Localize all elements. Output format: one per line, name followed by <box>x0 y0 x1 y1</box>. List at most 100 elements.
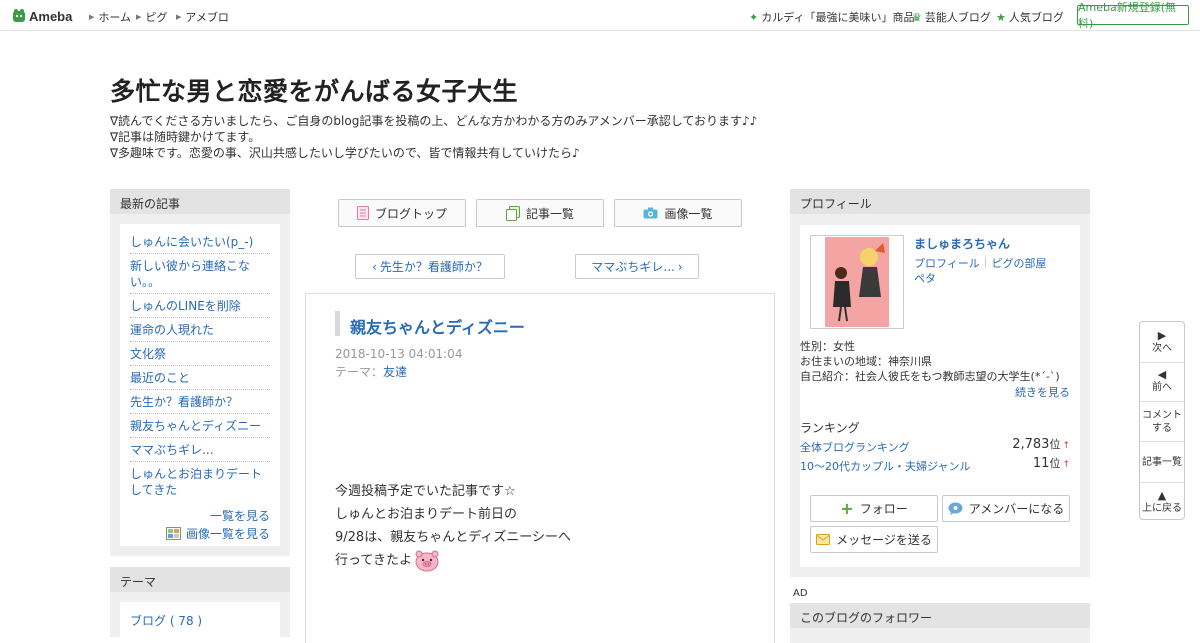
nav-popular-blog[interactable]: ★ 人気ブログ <box>996 9 1064 25</box>
next-article-button[interactable]: ママぶちギレ... › <box>575 254 699 279</box>
list-item[interactable]: 文化祭 <box>130 342 270 366</box>
rank-unit: 位 <box>1049 438 1061 451</box>
latest-articles-heading: 最新の記事 <box>110 189 290 214</box>
article-body-line: 行ってきたよ <box>335 553 412 568</box>
pig-room-link[interactable]: ピグの部屋 <box>992 255 1047 271</box>
image-list-button[interactable]: 画像一覧 <box>614 199 742 227</box>
blog-description-line: ∇読んでくださる方いましたら、ご自身のblog記事を投稿の上、どんな方かわかる方… <box>110 114 758 128</box>
article-theme: テーマ：友達 <box>335 363 407 380</box>
image-list-icon <box>165 527 181 540</box>
link-divider: | <box>983 255 988 268</box>
rank-number: 11 <box>1032 456 1050 471</box>
list-item[interactable]: しゅんとお泊まりデートしてきた <box>130 462 270 501</box>
peta-link[interactable]: ペタ <box>914 270 936 286</box>
ranking-heading: ランキング <box>800 421 860 435</box>
ad-label: AD <box>793 588 808 599</box>
profile-location: お住まいの地域：神奈川県 <box>800 355 932 368</box>
copy-icon <box>505 205 520 221</box>
ameba-logo[interactable]: Ameba <box>12 7 72 25</box>
plus-icon: + <box>840 499 854 518</box>
sidenav-next-label: 次へ <box>1152 343 1172 354</box>
article-title[interactable]: 親友ちゃんとディズニー <box>350 314 525 338</box>
theme-list: ブログ ( 78 ) <box>120 602 280 642</box>
nav-ameblo[interactable]: ▶ アメブロ <box>176 9 229 25</box>
followers-heading: このブログのフォロワー <box>790 603 1090 628</box>
star-icon: ★ <box>996 10 1006 24</box>
followers-panel: このブログのフォロワー <box>790 603 1090 643</box>
article-theme-label: テーマ： <box>335 365 384 379</box>
ranking-overall-value: 2,783位 ↑ <box>1012 436 1070 452</box>
chevron-right-icon: › <box>677 259 683 274</box>
blog-top-button[interactable]: ブログトップ <box>338 199 466 227</box>
follow-button[interactable]: + フォロー <box>810 495 938 522</box>
profile-link[interactable]: プロフィール <box>914 255 980 271</box>
ranking-overall-link[interactable]: 全体ブログランキング <box>800 439 910 455</box>
ranking-genre-value: 11位 ↑ <box>1033 455 1070 471</box>
blog-top-label: ブログトップ <box>374 206 447 221</box>
read-more-link[interactable]: 続きを見る <box>1015 384 1070 400</box>
profile-intro: 自己紹介：社会人彼氏をもつ教師志望の大学生(*´-`) <box>800 370 1060 383</box>
arrow-right-icon: ▶ <box>176 13 182 21</box>
prev-article-label: 先生か？看護師か？ <box>379 260 488 274</box>
image-list-label: 画像一覧 <box>664 206 713 221</box>
nav-kaldi[interactable]: ✦ カルディ「最強に美味い」商品 <box>749 9 914 25</box>
article-date: 2018-10-13 04:01:04 <box>335 347 463 361</box>
blog-description-line: ∇多趣味です。恋愛の事、沢山共感したいし学びたいので、皆で情報共有していけたら♪ <box>110 146 580 160</box>
list-item[interactable]: しゅんに会いたい(p_-) <box>130 230 270 254</box>
profile-links: プロフィール | ピグの部屋 <box>914 255 1047 271</box>
list-item[interactable]: ママぶちギレ... <box>130 438 270 462</box>
ranking-genre-link[interactable]: 10〜20代カップル・夫婦ジャンル <box>800 458 970 474</box>
nav-popular-label: 人気ブログ <box>1008 11 1064 24</box>
message-label: メッセージを送る <box>836 533 932 547</box>
list-item[interactable]: しゅんのLINEを削除 <box>130 294 270 318</box>
blog-description-line: ∇記事は随時鍵かけてます。 <box>110 130 261 144</box>
speech-bubble-icon <box>948 502 963 515</box>
article-list-button[interactable]: 記事一覧 <box>476 199 604 227</box>
divider <box>1140 362 1184 363</box>
sidenav-prev-label: 前へ <box>1152 382 1172 393</box>
divider <box>1140 441 1184 442</box>
sidenav-top-label: 上に戻る <box>1142 503 1182 514</box>
nav-home[interactable]: ▶ ホーム <box>89 9 131 25</box>
sidenav-comment[interactable]: コメント する <box>1140 409 1184 435</box>
sidenav-comment-label: する <box>1152 423 1172 434</box>
blog-title[interactable]: 多忙な男と恋愛をがんばる女子大生 <box>110 72 518 108</box>
sidenav-prev[interactable]: ◀ 前へ <box>1140 368 1184 394</box>
theme-item[interactable]: ブログ ( 78 ) <box>130 612 270 629</box>
profile-name[interactable]: ましゅまろちゃん <box>914 235 1010 252</box>
rank-up-icon: ↑ <box>1062 460 1070 470</box>
list-item[interactable]: 親友ちゃんとディズニー <box>130 414 270 438</box>
prev-article-button[interactable]: ‹ 先生か？看護師か？ <box>355 254 505 279</box>
logo-text: Ameba <box>29 8 73 24</box>
article-body-line: 9/28は、親友ちゃんとディズニーシーへ <box>335 530 572 545</box>
amember-button[interactable]: アメンバーになる <box>942 495 1070 522</box>
sidenav-comment-label: コメント <box>1142 410 1182 421</box>
list-item[interactable]: 先生か？看護師か？ <box>130 390 270 414</box>
nav-kaldi-label: カルディ「最強に美味い」商品 <box>761 11 915 24</box>
play-right-icon: ▶ <box>1157 329 1167 342</box>
nav-pig[interactable]: ▶ ピグ <box>136 9 167 25</box>
article-theme-link[interactable]: 友達 <box>383 365 407 379</box>
profile-gender: 性別：女性 <box>800 340 855 353</box>
list-item[interactable]: 運命の人現れた <box>130 318 270 342</box>
ameba-logo-icon <box>13 9 25 22</box>
see-images-link[interactable]: 画像一覧を見る <box>130 525 270 542</box>
camera-icon <box>643 207 658 219</box>
nav-ameblo-label: アメブロ <box>185 11 229 24</box>
sidenav-next[interactable]: ▶ 次へ <box>1140 329 1184 355</box>
article-body: 今週投稿予定でいた記事です☆ しゅんとお泊まりデート前日の 9/28は、親友ちゃ… <box>335 480 571 572</box>
latest-articles-panel: 最新の記事 しゅんに会いたい(p_-) 新しい彼から連絡こない。。 しゅんのLI… <box>110 189 290 556</box>
sidenav-article-list[interactable]: 記事一覧 <box>1140 456 1184 469</box>
message-button[interactable]: メッセージを送る <box>810 526 938 553</box>
list-item[interactable]: 新しい彼から連絡こない。。 <box>130 254 270 294</box>
nav-celeb-blog[interactable]: ♛ 芸能人ブログ <box>912 9 991 25</box>
register-button[interactable]: Ameba新規登録(無料) <box>1077 1 1189 30</box>
list-item[interactable]: 最近のこと <box>130 366 270 390</box>
article-body-line-last: 行ってきたよ <box>335 549 571 572</box>
see-all-link[interactable]: 一覧を見る <box>130 507 270 524</box>
sidenav-back-to-top[interactable]: ▲ 上に戻る <box>1140 489 1184 515</box>
arrow-right-icon: ▶ <box>89 13 95 21</box>
title-accent-bar <box>335 311 340 336</box>
article: 親友ちゃんとディズニー 2018-10-13 04:01:04 テーマ：友達 今… <box>305 293 775 643</box>
profile-avatar[interactable] <box>810 235 904 329</box>
